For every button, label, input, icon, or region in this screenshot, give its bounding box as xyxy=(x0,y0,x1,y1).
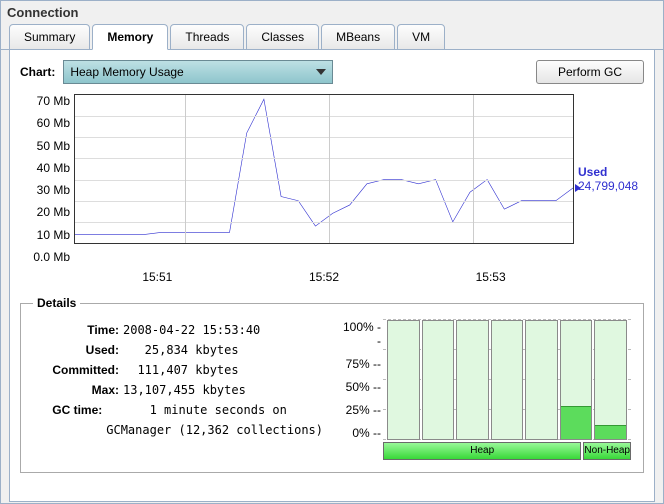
tab-content: Chart: Heap Memory Usage Perform GC 70 M… xyxy=(9,50,655,502)
memory-pool-bar[interactable] xyxy=(387,320,420,440)
tab-classes[interactable]: Classes xyxy=(246,24,319,50)
memory-pool-bar[interactable] xyxy=(594,320,627,440)
pool-group-labels: Heap Non-Heap xyxy=(383,442,631,460)
tab-mbeans[interactable]: MBeans xyxy=(321,24,395,50)
kv-used-label: Used: xyxy=(33,340,123,360)
chart-legend: Used 24,799,048 xyxy=(574,94,644,264)
chart-controls: Chart: Heap Memory Usage Perform GC xyxy=(20,60,644,84)
ytick: 60 Mb xyxy=(20,116,70,130)
details-legend: Details xyxy=(33,296,80,310)
bytick: 25% -- xyxy=(339,403,381,417)
ytick: 50 Mb xyxy=(20,139,70,153)
memory-chart: 70 Mb 60 Mb 50 Mb 40 Mb 30 Mb 20 Mb 10 M… xyxy=(20,94,644,264)
current-value-marker xyxy=(575,184,581,192)
legend-value: 24,799,048 xyxy=(578,179,644,193)
bytick: 100% -- xyxy=(339,320,381,348)
kv-committed-label: Committed: xyxy=(33,360,123,380)
xtick: 15:52 xyxy=(309,270,339,284)
kv-time-value: 2008-04-22 15:53:40 xyxy=(123,320,260,340)
chart-select-value: Heap Memory Usage xyxy=(70,65,183,79)
ytick: 10 Mb xyxy=(20,228,70,242)
xtick: 15:53 xyxy=(476,270,506,284)
kv-gc-label: GC time: xyxy=(33,400,106,440)
memory-pool-bar[interactable] xyxy=(456,320,489,440)
bytick: 0% -- xyxy=(339,426,381,440)
kv-committed-value: 111,407 kbytes xyxy=(123,360,239,380)
kv-used-value: 25,834 kbytes xyxy=(123,340,239,360)
tab-vm[interactable]: VM xyxy=(397,24,445,50)
details-panel: Details Time:2008-04-22 15:53:40 Used: 2… xyxy=(20,296,644,473)
tab-threads[interactable]: Threads xyxy=(170,24,244,50)
tab-summary[interactable]: Summary xyxy=(9,24,90,50)
window-title: Connection xyxy=(1,1,663,24)
memory-pools-chart: 100% -- 75% -- 50% -- 25% -- 0% -- Heap … xyxy=(339,320,631,460)
kv-time-label: Time: xyxy=(33,320,123,340)
pool-label-heap[interactable]: Heap xyxy=(383,442,581,460)
kv-max-label: Max: xyxy=(33,380,123,400)
chart-select[interactable]: Heap Memory Usage xyxy=(63,60,333,84)
ytick: 40 Mb xyxy=(20,161,70,175)
tabs-bar: Summary Memory Threads Classes MBeans VM xyxy=(1,24,663,50)
dropdown-icon xyxy=(316,69,326,75)
tab-memory[interactable]: Memory xyxy=(92,24,168,50)
memory-pool-bar[interactable] xyxy=(422,320,455,440)
chart-xaxis: 15:51 15:52 15:53 xyxy=(74,264,574,284)
perform-gc-button[interactable]: Perform GC xyxy=(536,60,644,84)
memory-pool-bar[interactable] xyxy=(491,320,524,440)
ytick: 0.0 Mb xyxy=(20,250,70,264)
chart-plot xyxy=(74,94,574,244)
legend-header: Used xyxy=(578,165,644,179)
chart-yaxis: 70 Mb 60 Mb 50 Mb 40 Mb 30 Mb 20 Mb 10 M… xyxy=(20,94,74,264)
bars-yaxis: 100% -- 75% -- 50% -- 25% -- 0% -- xyxy=(339,320,383,440)
xtick: 15:51 xyxy=(142,270,172,284)
bytick: 50% -- xyxy=(339,380,381,394)
bytick: 75% -- xyxy=(339,357,381,371)
memory-pool-bar[interactable] xyxy=(560,320,593,440)
ytick: 70 Mb xyxy=(20,94,70,108)
chart-label: Chart: xyxy=(20,65,55,79)
ytick: 20 Mb xyxy=(20,205,70,219)
ytick: 30 Mb xyxy=(20,183,70,197)
kv-gc-value: 1 minute seconds on GCManager (12,362 co… xyxy=(106,400,323,440)
pool-label-nonheap[interactable]: Non-Heap xyxy=(583,442,631,460)
details-kv: Time:2008-04-22 15:53:40 Used: 25,834 kb… xyxy=(33,320,323,460)
kv-max-value: 13,107,455 kbytes xyxy=(123,380,246,400)
memory-pool-bar[interactable] xyxy=(525,320,558,440)
